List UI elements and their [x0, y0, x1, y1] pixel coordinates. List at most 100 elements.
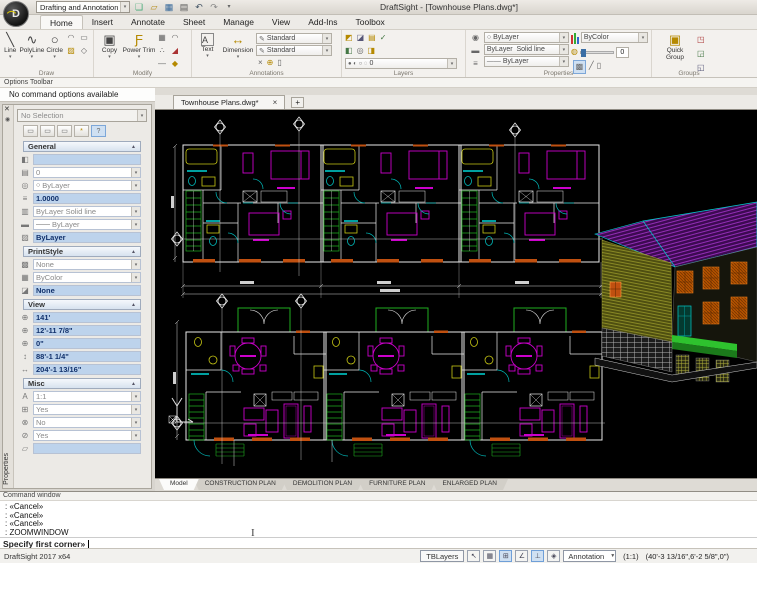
transparency-field[interactable]: ByLayer [33, 232, 141, 243]
layer-isolate-icon[interactable]: ✓ [380, 32, 387, 44]
tab-addins[interactable]: Add-Ins [299, 15, 346, 29]
layer-zoom-icon[interactable]: ◎ [357, 45, 364, 57]
model-canvas[interactable] [155, 110, 757, 478]
text-style-select[interactable]: ✎ Standard ▾ [256, 33, 332, 44]
sheet-tab-construction-plan[interactable]: CONSTRUCTION PLAN [194, 479, 287, 490]
ungroup-icon[interactable]: ◳ [697, 34, 705, 46]
app-logo-icon[interactable]: ⌒ D [3, 1, 29, 27]
tab-home[interactable]: Home [40, 15, 83, 29]
height-field[interactable]: 88'-1 1/4" [33, 351, 141, 362]
line-color-select[interactable]: ○ ByLayer ▾ [33, 180, 141, 191]
paint-properties-icon[interactable]: * [74, 125, 89, 137]
tab-annotate[interactable]: Annotate [122, 15, 174, 29]
visual-style-field[interactable] [33, 443, 141, 454]
explode-icon[interactable]: ∴ [156, 45, 168, 57]
help-icon[interactable]: ? [91, 125, 106, 137]
ucs-viewport-select[interactable]: Yes ▾ [33, 430, 141, 441]
layer-select[interactable]: 0 ▾ [33, 167, 141, 178]
layer-manager-icon[interactable]: ◩ [345, 32, 353, 44]
quick-group-button[interactable]: ▣ Quick Group [659, 32, 691, 74]
pick-color-icon[interactable]: ◉ [469, 32, 482, 44]
ucs-origin-select[interactable]: No ▾ [33, 417, 141, 428]
rectangle-icon[interactable]: ▭ [78, 32, 90, 44]
line-weight-select[interactable]: —— ByLayer ▾ [33, 219, 141, 230]
ellipse-icon[interactable]: ◇ [78, 45, 90, 57]
section-printstyle[interactable]: PrintStyle ▲ [23, 246, 141, 257]
pin-icon[interactable]: ◉ [5, 116, 10, 123]
transparency-slider[interactable] [579, 48, 614, 57]
snap-icon[interactable]: ⊞ [499, 550, 513, 562]
new-file-icon[interactable]: ❏ [133, 1, 145, 13]
ucs-icon-select[interactable]: Yes ▾ [33, 404, 141, 415]
sheet-tab-furniture-plan[interactable]: FURNITURE PLAN [358, 479, 436, 490]
annotation-delete-icon[interactable]: × [258, 57, 263, 69]
print-table-field[interactable]: None [33, 285, 141, 296]
tab-manage[interactable]: Manage [214, 15, 263, 29]
text-button[interactable]: A Text ▾ [195, 32, 220, 69]
esnap-icon[interactable]: ◈ [547, 550, 561, 562]
layer-freeze-icon[interactable]: ◪ [357, 32, 365, 44]
redo-icon[interactable]: ↷ [208, 1, 220, 13]
polar-icon[interactable]: ⊥ [531, 550, 545, 562]
sheet-tab-demolition-plan[interactable]: DEMOLITION PLAN [282, 479, 363, 490]
linetype-scale-field[interactable]: 1.0000 [33, 193, 141, 204]
tblayers-button[interactable]: TBLayers [420, 550, 465, 562]
chamfer-icon[interactable]: ◢ [169, 45, 181, 57]
width-field[interactable]: 204'-1 13/16" [33, 364, 141, 375]
annotation-scale-select[interactable]: Annotation ▼ [563, 550, 617, 562]
ortho-icon[interactable]: ∠ [515, 550, 529, 562]
arc-icon[interactable]: ◠ [65, 32, 77, 44]
print-color-select[interactable]: ByColor ▾ [33, 272, 141, 283]
sheet-tab-model[interactable]: Model [159, 479, 199, 490]
color-select[interactable]: ByColor ▾ [580, 32, 649, 43]
pattern-icon[interactable]: ▦ [156, 32, 168, 44]
tab-sheet[interactable]: Sheet [174, 15, 214, 29]
stretch-icon[interactable]: — [156, 58, 168, 70]
annotation-flag-icon[interactable]: ▯ [277, 57, 281, 69]
line-color-select[interactable]: ○ ByLayer ▾ [483, 32, 569, 43]
color-field[interactable] [33, 154, 141, 165]
fillet-icon[interactable]: ◠ [169, 32, 181, 44]
polyline-button[interactable]: ∿ PolyLine ▾ [19, 32, 44, 69]
palette-tab-label[interactable]: Properties [3, 453, 14, 485]
copy-button[interactable]: ▣ Copy ▾ [97, 32, 122, 69]
section-view[interactable]: View ▲ [23, 299, 141, 310]
undo-icon[interactable]: ↶ [193, 1, 205, 13]
center-y-field[interactable]: 12'-11 7/8" [33, 325, 141, 336]
workspace-select[interactable]: Drafting and Annotation ▾ [36, 1, 130, 13]
select-highlight-icon[interactable]: ▭ [57, 125, 72, 137]
dimension-button[interactable]: ↔ Dimension ▾ [222, 32, 254, 69]
select-new-icon[interactable]: ▭ [40, 125, 55, 137]
toolbar-options-icon[interactable]: ▾ [223, 1, 235, 13]
select-elements-icon[interactable]: ▭ [23, 125, 38, 137]
annotation-key-icon[interactable]: ⊕ [267, 57, 274, 69]
close-icon[interactable]: × [273, 98, 278, 107]
line-button[interactable]: ╲ Line ▾ [3, 32, 17, 69]
sheet-tab-enlarged-plan[interactable]: ENLARGED PLAN [431, 479, 508, 490]
center-x-field[interactable]: 141' [33, 312, 141, 323]
tab-view[interactable]: View [263, 15, 299, 29]
tab-insert[interactable]: Insert [83, 15, 122, 29]
layer-on-icon[interactable]: ▤ [368, 32, 376, 44]
tab-toolbox[interactable]: Toolbox [347, 15, 394, 29]
annotation-scale-select[interactable]: 1:1 ▾ [33, 391, 141, 402]
dim-style-select[interactable]: ✎ Standard ▾ [256, 45, 332, 56]
document-tab[interactable]: Townhouse Plans.dwg* × [173, 95, 286, 109]
line-style-select[interactable]: ByLayer Solid line ▾ [33, 206, 141, 217]
power-trim-button[interactable]: Ƒ Power Trim ▾ [123, 32, 156, 69]
selection-select[interactable]: No Selection ▾ [17, 109, 147, 122]
section-general[interactable]: General ▲ [23, 141, 141, 152]
print-icon[interactable]: ▤ [178, 1, 190, 13]
print-style-select[interactable]: None ▾ [33, 259, 141, 270]
rotate-icon[interactable]: ◆ [169, 58, 181, 70]
transparency-value[interactable]: 0 [615, 46, 629, 58]
hatch-icon[interactable]: ▨ [65, 45, 77, 57]
line-style-select[interactable]: ByLayer Solid line ▾ [483, 44, 569, 55]
line-weight-select[interactable]: —— ByLayer ▾ [483, 56, 569, 67]
save-icon[interactable]: ▦ [163, 1, 175, 13]
open-file-icon[interactable]: ▱ [148, 1, 160, 13]
grid-icon[interactable]: ▦ [483, 550, 497, 562]
edit-group-icon[interactable]: ◲ [697, 48, 705, 60]
section-misc[interactable]: Misc ▲ [23, 378, 141, 389]
pointer-snap-icon[interactable]: ↖ [467, 550, 481, 562]
